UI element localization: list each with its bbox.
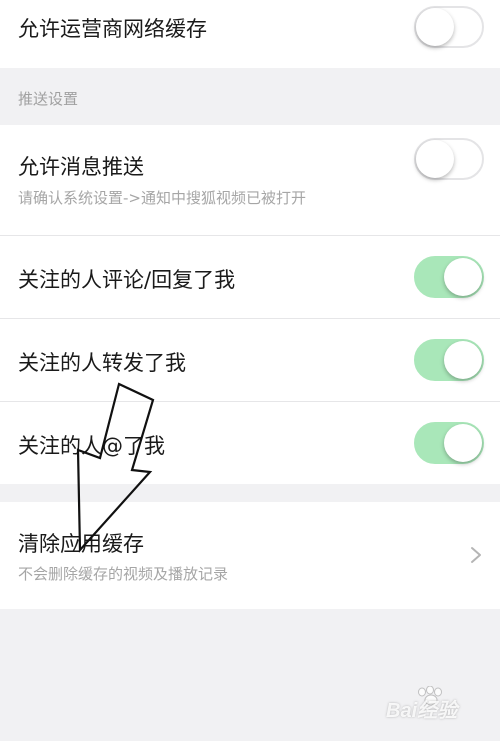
baidu-jingyan-watermark: Bai经验 [382, 686, 494, 732]
toggle-mention[interactable] [414, 422, 484, 464]
setting-subtitle-clear-cache: 不会删除缓存的视频及播放记录 [18, 565, 229, 583]
chevron-right-icon[interactable] [468, 546, 484, 564]
watermark-text: Bai经验 [386, 700, 458, 722]
setting-row-comment-reply[interactable]: 关注的人评论/回复了我 [0, 236, 500, 318]
toggle-knob [444, 341, 482, 379]
toggle-knob [444, 258, 482, 296]
toggle-carrier-cache[interactable] [414, 6, 484, 48]
setting-label-allow-push: 允许消息推送 [18, 155, 144, 179]
toggle-knob [444, 424, 482, 462]
setting-row-repost[interactable]: 关注的人转发了我 [0, 319, 500, 401]
section-header-push-settings: 推送设置 [18, 90, 79, 108]
setting-row-clear-cache[interactable]: 清除应用缓存 不会删除缓存的视频及播放记录 [0, 502, 500, 609]
setting-label-mention: 关注的人@了我 [18, 434, 165, 458]
setting-label-carrier-cache: 允许运营商网络缓存 [18, 17, 207, 41]
setting-row-allow-push[interactable]: 允许消息推送 请确认系统设置->通知中搜狐视频已被打开 [0, 125, 500, 235]
toggle-allow-push[interactable] [414, 138, 484, 180]
toggle-comment-reply[interactable] [414, 256, 484, 298]
toggle-knob [416, 140, 454, 178]
toggle-repost[interactable] [414, 339, 484, 381]
setting-subtitle-allow-push: 请确认系统设置->通知中搜狐视频已被打开 [18, 189, 306, 207]
setting-label-repost: 关注的人转发了我 [18, 351, 186, 375]
setting-label-comment-reply: 关注的人评论/回复了我 [18, 268, 236, 292]
setting-row-mention[interactable]: 关注的人@了我 [0, 402, 500, 484]
setting-row-carrier-cache[interactable]: 允许运营商网络缓存 [0, 0, 500, 68]
setting-label-clear-cache: 清除应用缓存 [18, 532, 144, 556]
toggle-knob [416, 8, 454, 46]
